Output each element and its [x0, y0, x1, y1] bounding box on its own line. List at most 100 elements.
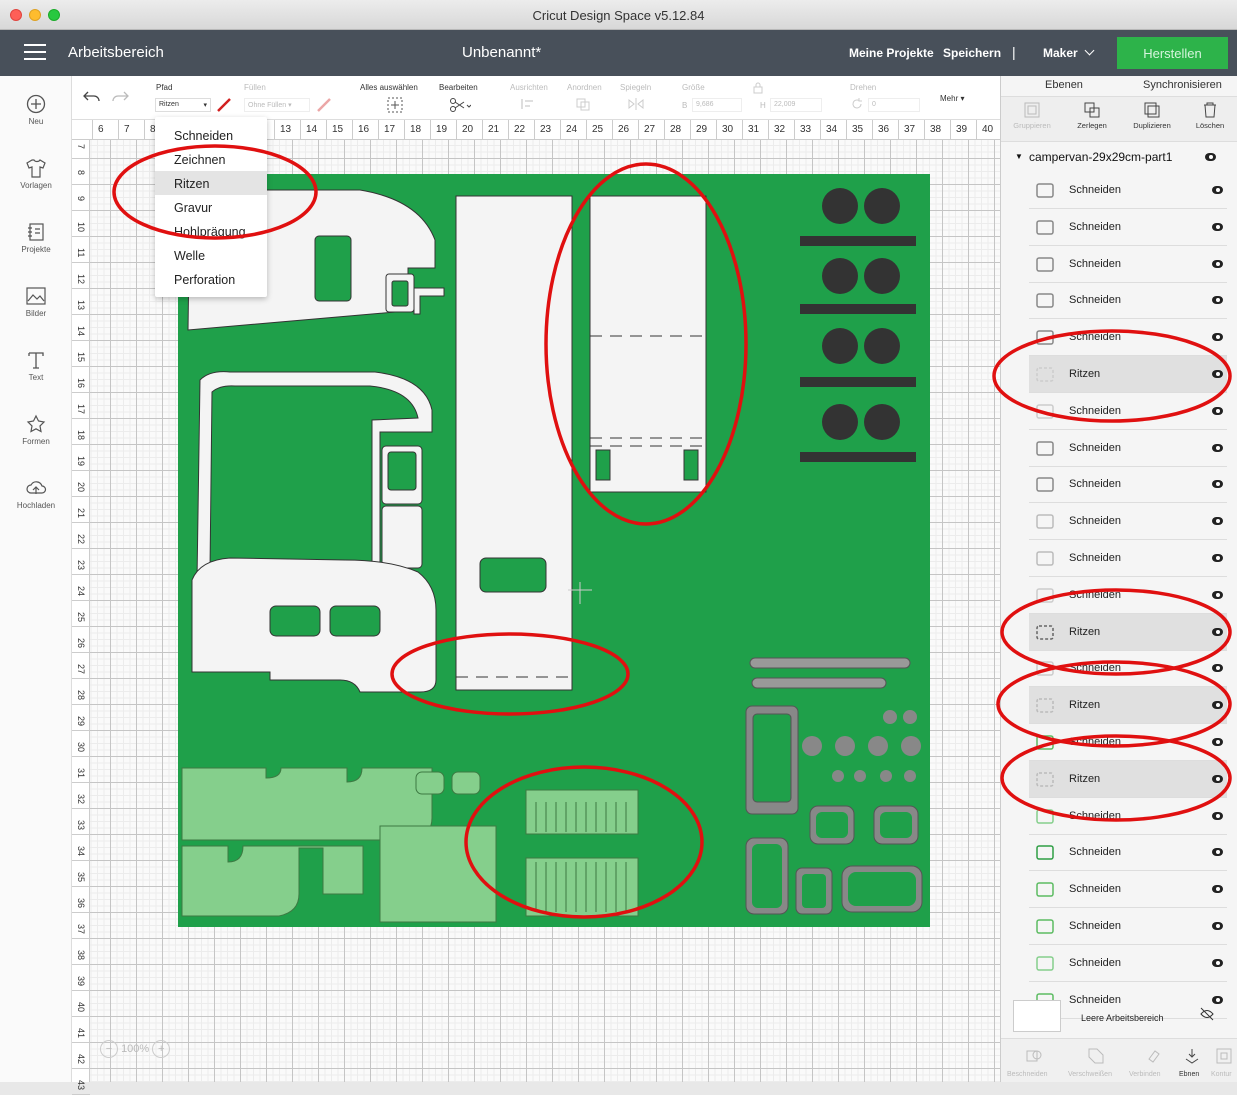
- dropdown-item-score[interactable]: Ritzen: [155, 171, 267, 195]
- layer-row[interactable]: Schneiden: [1029, 724, 1227, 761]
- layer-row[interactable]: Schneiden: [1029, 466, 1227, 504]
- sidebar-item-new[interactable]: Neu: [0, 94, 72, 126]
- eye-icon[interactable]: [1212, 554, 1223, 562]
- eye-icon[interactable]: [1212, 627, 1223, 636]
- attach-icon[interactable]: [1145, 1047, 1163, 1065]
- sidebar-item-upload[interactable]: Hochladen: [0, 478, 72, 510]
- arrange-icon[interactable]: [575, 97, 593, 111]
- layer-row[interactable]: Schneiden: [1029, 430, 1227, 467]
- fill-color-icon[interactable]: [315, 96, 333, 114]
- tab-sync[interactable]: Synchronisieren: [1143, 79, 1222, 91]
- eye-icon[interactable]: [1212, 995, 1223, 1004]
- eye-icon[interactable]: [1212, 186, 1223, 194]
- duplicate-button[interactable]: Duplizieren: [1123, 97, 1181, 130]
- dropdown-item-engrave[interactable]: Gravur: [155, 195, 267, 219]
- layer-row[interactable]: Schneiden: [1029, 908, 1227, 945]
- menu-icon[interactable]: [24, 44, 46, 60]
- hide-eye-icon[interactable]: [1199, 1006, 1215, 1022]
- eye-icon[interactable]: [1212, 885, 1223, 894]
- align-icon[interactable]: [520, 97, 538, 111]
- eye-icon[interactable]: [1212, 664, 1223, 673]
- layer-row[interactable]: Schneiden: [1029, 503, 1227, 541]
- eye-icon[interactable]: [1212, 811, 1223, 820]
- machine-select[interactable]: Maker: [1043, 45, 1095, 60]
- eye-icon[interactable]: [1212, 370, 1223, 378]
- save-link[interactable]: Speichern: [943, 46, 1001, 60]
- contour-icon[interactable]: [1215, 1047, 1233, 1065]
- redo-icon[interactable]: [110, 90, 130, 104]
- eye-icon[interactable]: [1212, 480, 1223, 489]
- dropdown-item-wave[interactable]: Welle: [155, 243, 267, 267]
- sidebar-item-text[interactable]: Text: [0, 350, 72, 382]
- scissors-icon[interactable]: [449, 97, 471, 113]
- rotate-icon[interactable]: [850, 97, 864, 111]
- dropdown-item-draw[interactable]: Zeichnen: [155, 147, 267, 171]
- slice-icon[interactable]: [1025, 1047, 1043, 1065]
- eye-icon[interactable]: [1212, 517, 1223, 526]
- dropdown-item-perforation[interactable]: Perforation: [155, 267, 267, 291]
- rotate-input[interactable]: 0: [868, 98, 920, 112]
- layer-row[interactable]: Schneiden: [1029, 172, 1227, 209]
- sidebar-item-templates[interactable]: Vorlagen: [0, 158, 72, 190]
- layer-row[interactable]: Schneiden: [1029, 577, 1227, 614]
- eye-icon[interactable]: [1212, 701, 1223, 710]
- mirror-icon[interactable]: [627, 97, 645, 111]
- layer-row[interactable]: Schneiden: [1029, 834, 1227, 872]
- more-menu[interactable]: Mehr ▾: [940, 94, 964, 103]
- eye-icon[interactable]: [1212, 774, 1223, 783]
- pen-color-icon[interactable]: [215, 96, 233, 114]
- group-button[interactable]: Gruppieren: [1003, 97, 1061, 130]
- sidebar-item-shapes[interactable]: Formen: [0, 414, 72, 446]
- eye-icon[interactable]: [1212, 848, 1223, 857]
- eye-icon[interactable]: [1212, 333, 1223, 342]
- eye-icon[interactable]: [1212, 738, 1223, 746]
- eye-icon[interactable]: [1212, 958, 1223, 967]
- height-input[interactable]: 22,009: [770, 98, 822, 112]
- dropdown-item-deboss[interactable]: Hohlprägung: [155, 219, 267, 243]
- zoom-out-icon[interactable]: −: [100, 1040, 118, 1058]
- eye-icon[interactable]: [1212, 259, 1223, 268]
- layer-row[interactable]: Ritzen: [1029, 356, 1227, 393]
- layer-row[interactable]: Schneiden: [1029, 209, 1227, 246]
- eye-icon[interactable]: [1212, 443, 1223, 452]
- flatten-icon[interactable]: [1183, 1047, 1201, 1065]
- layer-row[interactable]: Ritzen: [1029, 613, 1227, 651]
- layer-row[interactable]: Schneiden: [1029, 540, 1227, 577]
- undo-icon[interactable]: [82, 90, 102, 104]
- layer-row[interactable]: Schneiden: [1029, 945, 1227, 982]
- fill-select[interactable]: Ohne Füllen ▾: [244, 98, 310, 112]
- ungroup-button[interactable]: Zerlegen: [1063, 97, 1121, 130]
- layer-row[interactable]: Schneiden: [1029, 282, 1227, 320]
- eye-icon[interactable]: [1212, 296, 1223, 305]
- expand-caret-icon[interactable]: ▼: [1015, 152, 1023, 161]
- layer-row[interactable]: Schneiden: [1029, 246, 1227, 283]
- dropdown-item-cut[interactable]: Schneiden: [155, 123, 267, 147]
- path-select[interactable]: Ritzen ▾: [155, 98, 211, 112]
- layer-group-row[interactable]: ▼ campervan-29x29cm-part1: [1001, 146, 1237, 170]
- delete-button[interactable]: Löschen: [1181, 97, 1237, 130]
- weld-icon[interactable]: [1087, 1047, 1105, 1065]
- lock-icon[interactable]: [752, 82, 764, 94]
- zoom-in-icon[interactable]: +: [152, 1040, 171, 1058]
- eye-icon[interactable]: [1205, 153, 1216, 161]
- sidebar-item-projects[interactable]: Projekte: [0, 222, 72, 254]
- layer-row[interactable]: Ritzen: [1029, 760, 1227, 798]
- blank-canvas-swatch[interactable]: [1013, 1000, 1061, 1032]
- sidebar-item-images[interactable]: Bilder: [0, 286, 72, 318]
- width-input[interactable]: 9,686: [692, 98, 742, 112]
- layer-row[interactable]: Schneiden: [1029, 871, 1227, 909]
- zoom-control[interactable]: − 100% +: [100, 1040, 171, 1058]
- eye-icon[interactable]: [1212, 406, 1223, 415]
- select-all-icon[interactable]: [387, 97, 403, 113]
- layer-row[interactable]: Ritzen: [1029, 687, 1227, 725]
- my-projects-link[interactable]: Meine Projekte: [849, 46, 934, 60]
- eye-icon[interactable]: [1212, 590, 1223, 599]
- layer-row[interactable]: Schneiden: [1029, 650, 1227, 688]
- make-button[interactable]: Herstellen: [1117, 37, 1228, 69]
- eye-icon[interactable]: [1212, 222, 1223, 231]
- layer-row[interactable]: Schneiden: [1029, 798, 1227, 835]
- eye-icon[interactable]: [1212, 922, 1223, 930]
- tab-layers[interactable]: Ebenen: [1045, 79, 1083, 91]
- layer-row[interactable]: Schneiden: [1029, 393, 1227, 430]
- layer-row[interactable]: Schneiden: [1029, 319, 1227, 357]
